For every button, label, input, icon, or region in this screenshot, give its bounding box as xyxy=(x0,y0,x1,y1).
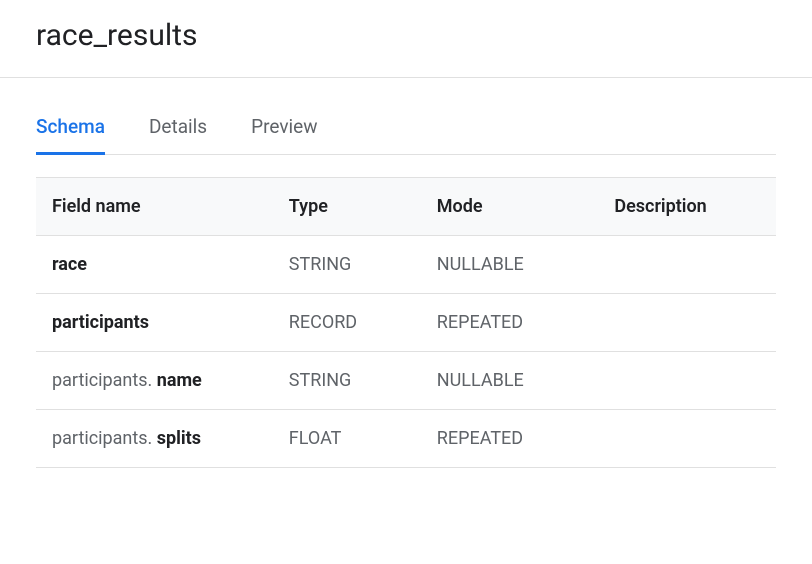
tab-details[interactable]: Details xyxy=(149,115,207,155)
table-header-row: Field name Type Mode Description xyxy=(36,178,776,236)
tab-preview[interactable]: Preview xyxy=(251,115,317,155)
header-field-name: Field name xyxy=(36,178,273,236)
field-name: race xyxy=(52,254,87,275)
field-type: RECORD xyxy=(273,294,421,352)
field-description xyxy=(598,236,776,294)
field-description xyxy=(598,294,776,352)
table-row: participants. splits FLOAT REPEATED xyxy=(36,410,776,468)
table-row: participants. name STRING NULLABLE xyxy=(36,352,776,410)
field-name-cell: race xyxy=(36,236,273,294)
page-title: race_results xyxy=(36,18,776,53)
field-mode: NULLABLE xyxy=(421,352,599,410)
field-name-cell: participants. splits xyxy=(36,410,273,468)
schema-table: Field name Type Mode Description race ST… xyxy=(36,177,776,468)
field-prefix: participants. xyxy=(52,428,157,449)
field-name-cell: participants xyxy=(36,294,273,352)
header: race_results xyxy=(0,0,812,78)
header-description: Description xyxy=(598,178,776,236)
field-prefix: participants. xyxy=(52,370,157,391)
field-mode: REPEATED xyxy=(421,294,599,352)
table-row: race STRING NULLABLE xyxy=(36,236,776,294)
field-description xyxy=(598,410,776,468)
field-name: participants xyxy=(52,312,149,333)
table-row: participants RECORD REPEATED xyxy=(36,294,776,352)
field-type: STRING xyxy=(273,352,421,410)
header-type: Type xyxy=(273,178,421,236)
tab-schema[interactable]: Schema xyxy=(36,115,105,155)
field-name: name xyxy=(157,370,202,391)
field-mode: NULLABLE xyxy=(421,236,599,294)
header-mode: Mode xyxy=(421,178,599,236)
field-description xyxy=(598,352,776,410)
tabs: Schema Details Preview xyxy=(36,114,776,155)
field-type: FLOAT xyxy=(273,410,421,468)
field-type: STRING xyxy=(273,236,421,294)
field-name-cell: participants. name xyxy=(36,352,273,410)
field-name: splits xyxy=(157,428,201,449)
content: Schema Details Preview Field name Type M… xyxy=(0,78,812,468)
field-mode: REPEATED xyxy=(421,410,599,468)
